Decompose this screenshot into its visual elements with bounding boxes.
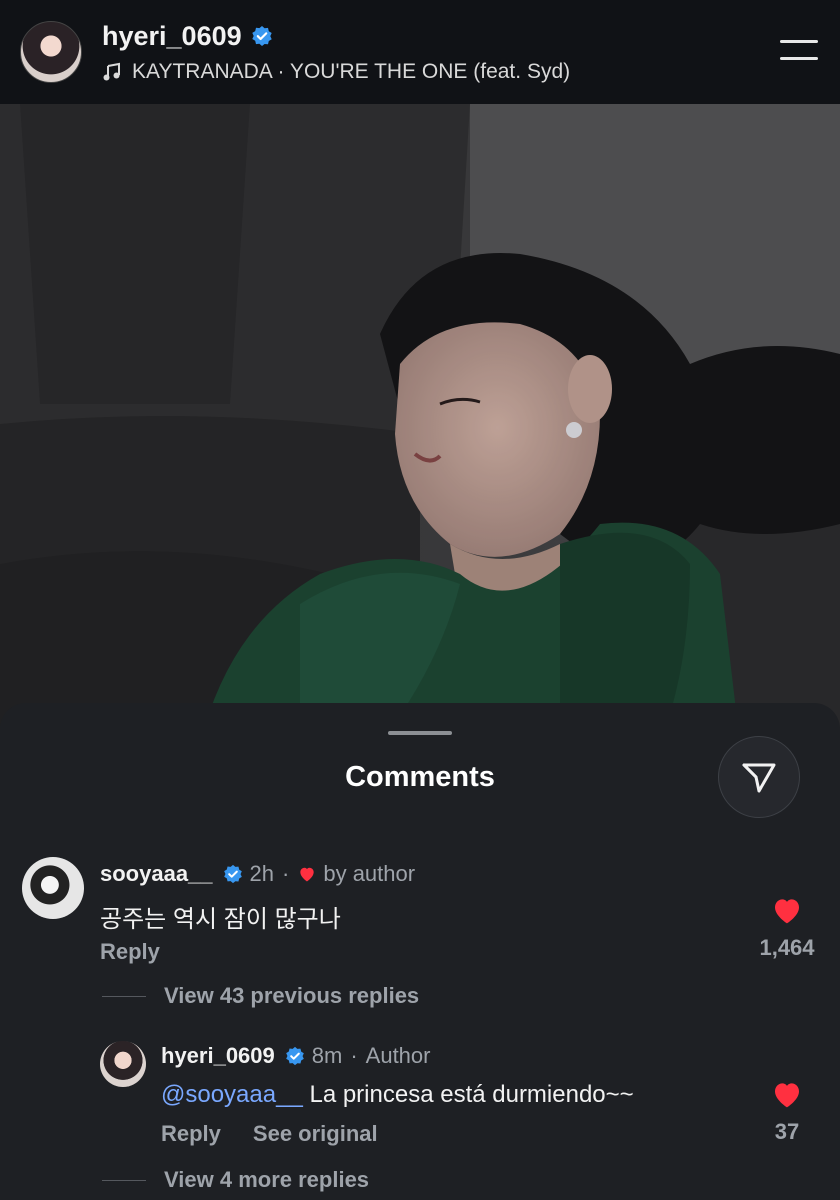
header-username[interactable]: hyeri_0609 bbox=[102, 21, 242, 52]
header-text: hyeri_0609 KAYTRANADA · YOU'RE THE ONE (… bbox=[102, 21, 570, 84]
verified-badge-icon bbox=[251, 25, 273, 47]
comment-meta: sooyaaa__ 2h · by author bbox=[100, 861, 415, 887]
comments-sheet: Comments sooyaaa__ 2h · by author 공주는 역시… bbox=[0, 703, 840, 1200]
view-replies-label: View 4 more replies bbox=[164, 1167, 370, 1192]
comment-text: 공주는 역시 잠이 많구나 bbox=[100, 906, 341, 933]
comment-text: @sooyaaa__ La princesa está durmiendo~~ bbox=[161, 1081, 634, 1109]
author-liked-heart-icon bbox=[300, 867, 315, 882]
song-title: KAYTRANADA · YOU'RE THE ONE (feat. Syd) bbox=[132, 59, 571, 83]
view-previous-replies[interactable]: View 43 previous replies bbox=[102, 983, 419, 1009]
comment-meta: hyeri_0609 8m · Author bbox=[161, 1043, 430, 1069]
view-replies-label: View 43 previous replies bbox=[164, 983, 420, 1008]
comments-title: Comments bbox=[345, 761, 495, 793]
profile-avatar[interactable] bbox=[20, 21, 82, 83]
header-name-row: hyeri_0609 bbox=[102, 21, 570, 52]
like-heart-icon[interactable] bbox=[771, 895, 803, 925]
comment-actions: Reply See original bbox=[161, 1121, 378, 1147]
verified-badge-icon bbox=[222, 863, 244, 885]
comment-username[interactable]: sooyaaa__ bbox=[100, 861, 213, 887]
header-song-row[interactable]: KAYTRANADA · YOU'RE THE ONE (feat. Syd) bbox=[102, 60, 570, 84]
verified-badge-icon bbox=[284, 1045, 306, 1067]
liked-by-author: by author bbox=[323, 861, 416, 886]
sheet-grabber[interactable] bbox=[388, 731, 452, 735]
like-control: 1,464 bbox=[742, 895, 832, 961]
comment-actions: Reply bbox=[100, 939, 160, 965]
like-control: 37 bbox=[742, 1079, 832, 1145]
commenter-avatar[interactable] bbox=[100, 1041, 146, 1087]
author-badge: Author bbox=[365, 1043, 431, 1068]
meta-separator: · bbox=[282, 861, 290, 886]
comment-time: 8m bbox=[311, 1043, 343, 1068]
like-count: 1,464 bbox=[759, 935, 815, 960]
view-more-replies[interactable]: View 4 more replies bbox=[102, 1167, 369, 1193]
see-original-button[interactable]: See original bbox=[253, 1121, 378, 1147]
share-button[interactable] bbox=[718, 736, 800, 818]
mention-link[interactable]: @sooyaaa__ bbox=[161, 1081, 303, 1108]
menu-icon[interactable] bbox=[778, 40, 818, 64]
reel-header: hyeri_0609 KAYTRANADA · YOU'RE THE ONE (… bbox=[0, 0, 840, 104]
music-note-icon bbox=[103, 62, 120, 80]
reply-text: La princesa está durmiendo~~ bbox=[309, 1081, 634, 1108]
reply-button[interactable]: Reply bbox=[100, 939, 160, 965]
replies-divider bbox=[102, 1179, 146, 1181]
comment-username[interactable]: hyeri_0609 bbox=[161, 1043, 275, 1069]
reply-button[interactable]: Reply bbox=[161, 1121, 221, 1147]
comment-time: 2h bbox=[249, 861, 275, 886]
meta-separator: · bbox=[350, 1043, 358, 1068]
commenter-avatar[interactable] bbox=[22, 857, 84, 919]
replies-divider bbox=[102, 995, 146, 997]
send-icon bbox=[742, 763, 776, 793]
post-photo bbox=[0, 104, 840, 744]
like-heart-icon[interactable] bbox=[771, 1079, 803, 1109]
like-count: 37 bbox=[774, 1119, 800, 1144]
